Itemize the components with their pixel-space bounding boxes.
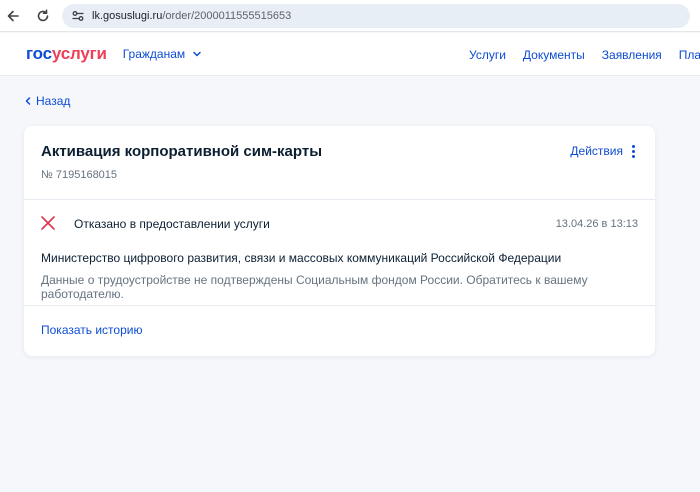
status-text: Отказано в предоставлении услуги <box>74 217 270 231</box>
order-card: Активация корпоративной сим-карты № 7195… <box>24 126 655 356</box>
status-date: 13.04.26 в 13:13 <box>555 218 638 230</box>
url-domain: lk.gosuslugi.ru <box>92 9 163 22</box>
rejection-reason: Данные о трудоустройстве не подтверждены… <box>41 273 588 301</box>
order-number: № 7195168015 <box>41 169 118 181</box>
audience-label: Гражданам <box>122 47 186 61</box>
chevron-left-icon <box>24 96 32 106</box>
chevron-down-icon <box>192 49 202 59</box>
nav-documents[interactable]: Документы <box>523 48 585 62</box>
browser-toolbar: lk.gosuslugi.ru/order/2000011555515653 <box>0 0 700 32</box>
site-header: гос услуги Гражданам Услуги Документы Зая… <box>0 33 700 76</box>
logo-part-uslugi: услуги <box>51 44 107 63</box>
site-settings-icon[interactable] <box>70 8 86 24</box>
order-title: Активация корпоративной сим-карты <box>41 143 323 160</box>
actions-button[interactable]: Действия <box>570 144 635 158</box>
address-bar[interactable]: lk.gosuslugi.ru/order/2000011555515653 <box>62 3 690 28</box>
url-path: /order/2000011555515653 <box>162 9 292 22</box>
cross-icon <box>40 215 56 231</box>
ministry-name: Министерство цифрового развития, связи и… <box>41 251 562 265</box>
show-history-link[interactable]: Показать историю <box>41 323 142 337</box>
nav-services[interactable]: Услуги <box>469 48 506 62</box>
logo-part-gos: гос <box>26 44 52 63</box>
kebab-icon <box>632 144 635 158</box>
nav-applications[interactable]: Заявления <box>602 48 662 62</box>
actions-label: Действия <box>570 144 623 158</box>
divider <box>24 305 655 306</box>
back-link[interactable]: Назад <box>24 94 70 108</box>
nav-payments[interactable]: Платежи <box>679 48 700 62</box>
gosuslugi-logo[interactable]: гос услуги <box>26 44 107 64</box>
back-label: Назад <box>36 94 71 108</box>
divider <box>24 199 655 200</box>
audience-selector[interactable]: Гражданам <box>123 47 202 61</box>
reload-icon[interactable] <box>32 5 54 27</box>
arrow-left-icon[interactable] <box>2 5 24 27</box>
top-navigation: Услуги Документы Заявления Платежи <box>469 33 700 76</box>
